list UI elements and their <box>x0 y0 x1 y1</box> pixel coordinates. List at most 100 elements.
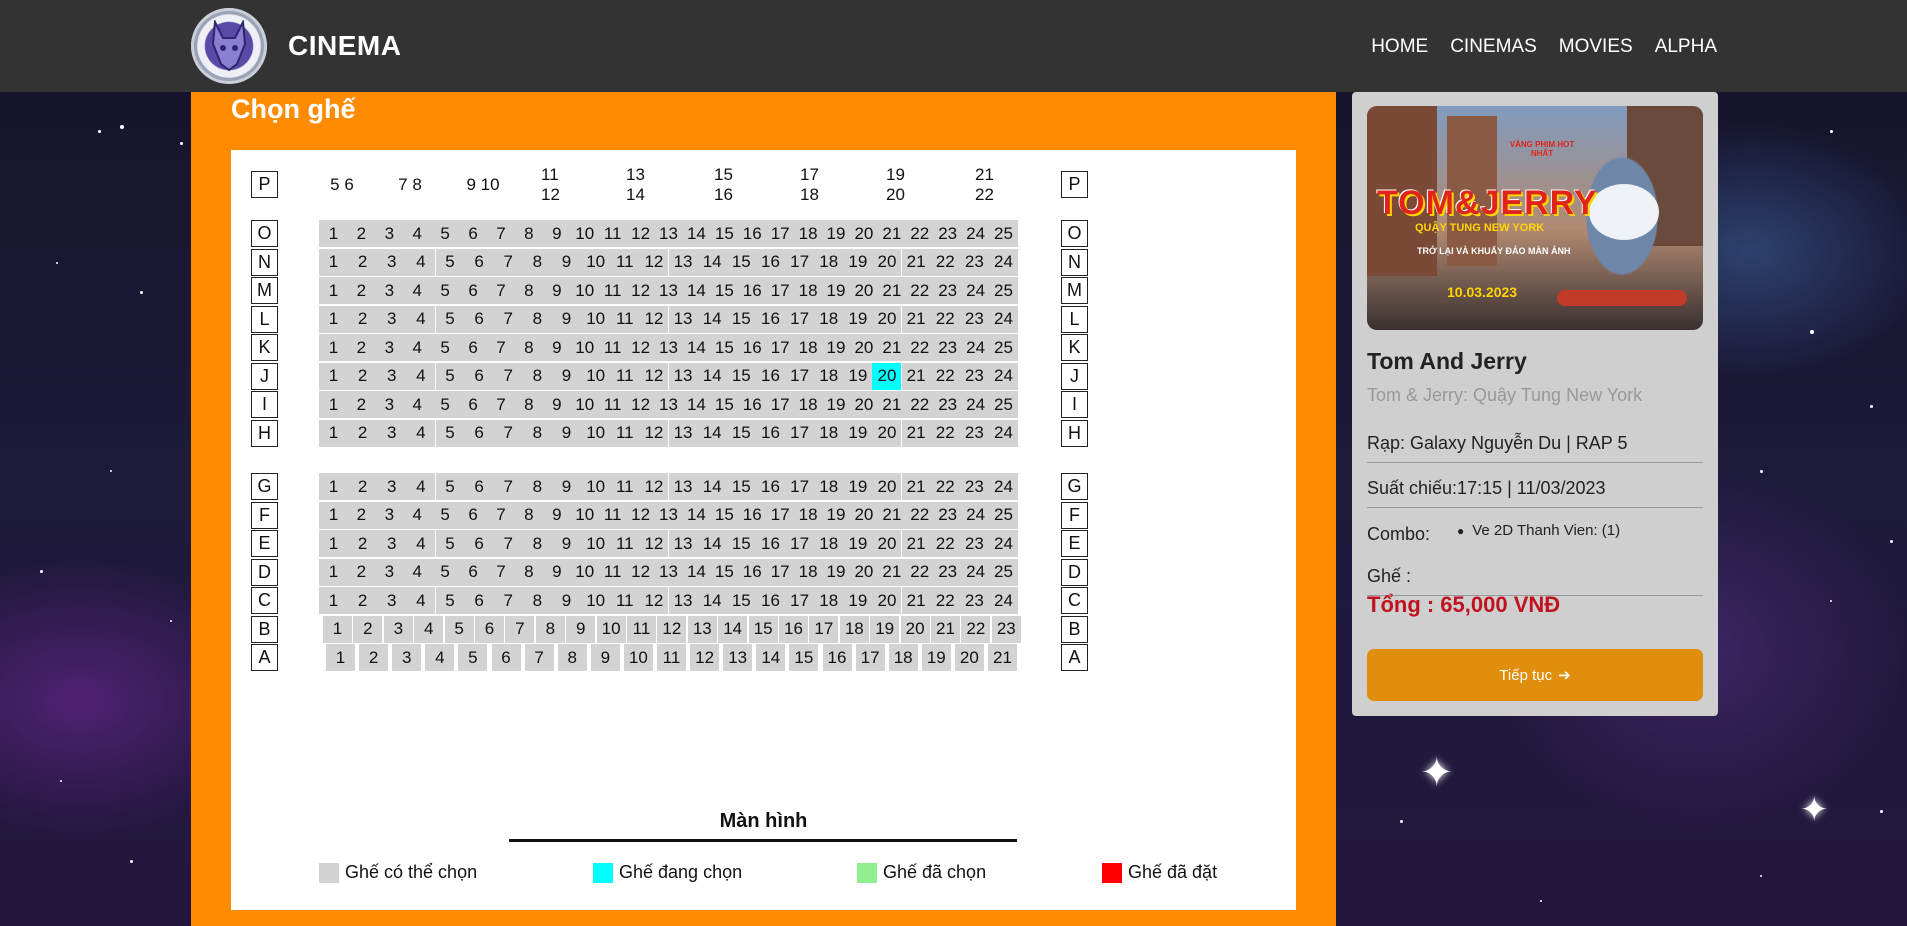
seat-d-1[interactable]: 1 <box>319 558 348 586</box>
seat-j-4[interactable]: 4 <box>406 362 436 390</box>
seat-e-13[interactable]: 13 <box>668 530 698 557</box>
seat-b-13[interactable]: 13 <box>687 615 717 643</box>
seat-n-17[interactable]: 17 <box>785 248 815 276</box>
seat-l-23[interactable]: 23 <box>959 305 989 333</box>
seat-g-19[interactable]: 19 <box>843 473 873 500</box>
seat-d-25[interactable]: 25 <box>989 558 1018 586</box>
seat-l-6[interactable]: 6 <box>464 305 494 333</box>
seat-c-14[interactable]: 14 <box>697 587 727 614</box>
seat-j-20[interactable]: 20 <box>872 362 902 390</box>
seat-n-2[interactable]: 2 <box>348 248 378 276</box>
seat-j-21[interactable]: 21 <box>901 362 931 390</box>
seat-a-15[interactable]: 15 <box>789 644 819 671</box>
seat-g-15[interactable]: 15 <box>726 473 756 500</box>
seat-i-25[interactable]: 25 <box>989 391 1018 418</box>
seat-d-12[interactable]: 12 <box>626 558 656 586</box>
seat-l-18[interactable]: 18 <box>814 305 844 333</box>
seat-e-12[interactable]: 12 <box>639 530 669 557</box>
seat-n-5[interactable]: 5 <box>435 248 465 276</box>
seat-c-10[interactable]: 10 <box>581 587 611 614</box>
seat-b-19[interactable]: 19 <box>870 615 900 643</box>
seat-h-17[interactable]: 17 <box>785 419 815 447</box>
seat-h-5[interactable]: 5 <box>435 419 465 447</box>
seat-m-18[interactable]: 18 <box>793 277 823 304</box>
seat-h-24[interactable]: 24 <box>989 419 1018 447</box>
seat-c-17[interactable]: 17 <box>785 587 815 614</box>
seat-i-12[interactable]: 12 <box>626 391 656 418</box>
seat-n-20[interactable]: 20 <box>872 248 902 276</box>
seat-h-4[interactable]: 4 <box>406 419 436 447</box>
seat-m-17[interactable]: 17 <box>765 277 795 304</box>
seat-h-23[interactable]: 23 <box>959 419 989 447</box>
seat-n-3[interactable]: 3 <box>377 248 407 276</box>
seat-l-7[interactable]: 7 <box>493 305 523 333</box>
seat-k-2[interactable]: 2 <box>346 334 376 361</box>
seat-j-13[interactable]: 13 <box>668 362 698 390</box>
seat-g-14[interactable]: 14 <box>697 473 727 500</box>
seat-e-16[interactable]: 16 <box>755 530 785 557</box>
seat-j-8[interactable]: 8 <box>522 362 552 390</box>
seat-k-21[interactable]: 21 <box>877 334 907 361</box>
seat-n-4[interactable]: 4 <box>406 248 436 276</box>
seat-k-3[interactable]: 3 <box>374 334 404 361</box>
seat-e-8[interactable]: 8 <box>522 530 552 557</box>
seat-m-9[interactable]: 9 <box>542 277 572 304</box>
seat-a-14[interactable]: 14 <box>756 644 786 671</box>
seat-f-9[interactable]: 9 <box>542 501 572 529</box>
seat-o-19[interactable]: 19 <box>821 220 851 247</box>
seat-m-23[interactable]: 23 <box>933 277 963 304</box>
seat-o-22[interactable]: 22 <box>905 220 935 247</box>
seat-i-18[interactable]: 18 <box>793 391 823 418</box>
seat-c-15[interactable]: 15 <box>726 587 756 614</box>
seat-g-2[interactable]: 2 <box>348 473 378 500</box>
nav-movies[interactable]: MOVIES <box>1559 36 1633 58</box>
seat-o-25[interactable]: 25 <box>989 220 1018 247</box>
seat-k-9[interactable]: 9 <box>542 334 572 361</box>
seat-g-16[interactable]: 16 <box>755 473 785 500</box>
seat-d-10[interactable]: 10 <box>570 558 600 586</box>
seat-n-6[interactable]: 6 <box>464 248 494 276</box>
seat-b-14[interactable]: 14 <box>718 615 748 643</box>
seat-l-8[interactable]: 8 <box>522 305 552 333</box>
seat-o-18[interactable]: 18 <box>793 220 823 247</box>
seat-o-5[interactable]: 5 <box>430 220 460 247</box>
seat-b-9[interactable]: 9 <box>566 615 596 643</box>
seat-o-11[interactable]: 11 <box>598 220 628 247</box>
seat-m-24[interactable]: 24 <box>961 277 991 304</box>
seat-c-22[interactable]: 22 <box>930 587 960 614</box>
seat-pair[interactable]: 17 18 <box>800 165 840 204</box>
seat-j-2[interactable]: 2 <box>348 362 378 390</box>
seat-o-9[interactable]: 9 <box>542 220 572 247</box>
seat-i-4[interactable]: 4 <box>402 391 432 418</box>
seat-f-3[interactable]: 3 <box>374 501 404 529</box>
seat-i-16[interactable]: 16 <box>737 391 767 418</box>
seat-d-8[interactable]: 8 <box>514 558 544 586</box>
seat-a-4[interactable]: 4 <box>425 644 455 671</box>
seat-h-20[interactable]: 20 <box>872 419 902 447</box>
seat-k-5[interactable]: 5 <box>430 334 460 361</box>
seat-l-14[interactable]: 14 <box>697 305 727 333</box>
seat-c-19[interactable]: 19 <box>843 587 873 614</box>
seat-e-18[interactable]: 18 <box>814 530 844 557</box>
seat-l-11[interactable]: 11 <box>610 305 640 333</box>
seat-a-2[interactable]: 2 <box>359 644 389 671</box>
seat-g-6[interactable]: 6 <box>464 473 494 500</box>
seat-i-22[interactable]: 22 <box>905 391 935 418</box>
seat-m-19[interactable]: 19 <box>821 277 851 304</box>
seat-g-7[interactable]: 7 <box>493 473 523 500</box>
seat-o-13[interactable]: 13 <box>654 220 683 247</box>
seat-e-17[interactable]: 17 <box>785 530 815 557</box>
seat-b-18[interactable]: 18 <box>839 615 869 643</box>
seat-f-12[interactable]: 12 <box>626 501 656 529</box>
seat-m-10[interactable]: 10 <box>570 277 600 304</box>
seat-d-6[interactable]: 6 <box>458 558 488 586</box>
seat-h-9[interactable]: 9 <box>552 419 582 447</box>
seat-f-1[interactable]: 1 <box>319 501 348 529</box>
seat-m-11[interactable]: 11 <box>598 277 628 304</box>
seat-h-2[interactable]: 2 <box>348 419 378 447</box>
seat-i-24[interactable]: 24 <box>961 391 991 418</box>
seat-m-21[interactable]: 21 <box>877 277 907 304</box>
seat-h-14[interactable]: 14 <box>697 419 727 447</box>
seat-m-12[interactable]: 12 <box>626 277 656 304</box>
seat-e-9[interactable]: 9 <box>552 530 582 557</box>
